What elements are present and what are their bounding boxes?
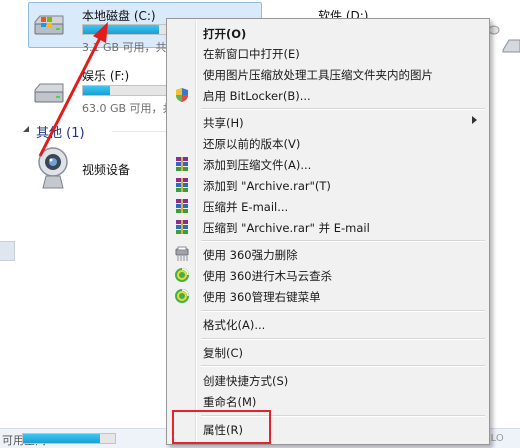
shield-icon <box>176 88 188 102</box>
menu-item-360-trojan-scan[interactable]: 使用 360进行木马云查杀 <box>169 265 485 285</box>
navigation-pane-toggle[interactable] <box>0 241 15 261</box>
windows-drive-icon <box>34 15 64 35</box>
webcam-icon <box>38 147 68 189</box>
group-divider <box>112 131 166 132</box>
drive-c-usage-bar <box>82 24 174 35</box>
menu-item-add-to-archive-rar[interactable]: 添加到 "Archive.rar"(T) <box>169 175 485 195</box>
winrar-icon <box>176 199 188 213</box>
drive-e-partial-icon <box>502 39 520 53</box>
group-title-other[interactable]: 其他 (1) <box>36 122 85 141</box>
video-device-label[interactable]: 视频设备 <box>82 161 130 178</box>
360-icon <box>175 289 189 303</box>
status-usage-bar <box>22 433 116 444</box>
status-usage-fill <box>23 434 101 443</box>
winrar-icon <box>176 178 188 192</box>
menu-item-share[interactable]: 共享(H) <box>169 112 485 132</box>
menu-separator <box>201 108 485 110</box>
menu-item-compress-images[interactable]: 使用图片压缩放处理工具压缩文件夹内的图片 <box>169 64 485 84</box>
winrar-icon <box>176 220 188 234</box>
navigation-pane-edge <box>0 0 18 447</box>
menu-item-compress-email[interactable]: 压缩并 E-mail... <box>169 196 485 216</box>
drive-f-icon <box>34 83 64 103</box>
submenu-arrow-icon <box>472 116 477 124</box>
menu-item-create-shortcut[interactable]: 创建快捷方式(S) <box>169 370 485 390</box>
menu-item-open-new-window[interactable]: 在新窗口中打开(E) <box>169 43 485 63</box>
collapse-arrow-icon[interactable] <box>22 125 30 133</box>
360-icon <box>175 268 189 282</box>
winrar-icon <box>176 157 188 171</box>
drive-c-name: 本地磁盘 (C:) <box>82 9 156 23</box>
menu-item-format[interactable]: 格式化(A)... <box>169 314 485 334</box>
context-menu: 打开(O) 在新窗口中打开(E) 使用图片压缩放处理工具压缩文件夹内的图片 启用… <box>166 18 490 445</box>
menu-item-360-shred[interactable]: 使用 360强力删除 <box>169 244 485 264</box>
menu-item-bitlocker[interactable]: 启用 BitLocker(B)... <box>169 85 485 105</box>
menu-separator <box>201 310 485 312</box>
menu-separator <box>201 240 485 242</box>
properties-highlight-box <box>172 410 271 444</box>
menu-item-open[interactable]: 打开(O) <box>169 23 485 43</box>
drive-f-usage-bar <box>82 85 174 96</box>
menu-separator <box>201 365 485 367</box>
menu-item-compress-rar-email[interactable]: 压缩到 "Archive.rar" 并 E-mail <box>169 217 485 237</box>
drive-c-usage-fill <box>83 25 159 34</box>
menu-item-restore-versions[interactable]: 还原以前的版本(V) <box>169 133 485 153</box>
menu-item-rename[interactable]: 重命名(M) <box>169 391 485 411</box>
menu-item-copy[interactable]: 复制(C) <box>169 342 485 362</box>
menu-item-add-to-archive[interactable]: 添加到压缩文件(A)... <box>169 154 485 174</box>
menu-separator <box>201 338 485 340</box>
status-divider-marks <box>146 432 150 445</box>
drive-f-usage-fill <box>83 86 110 95</box>
menu-item-360-manage-menu[interactable]: 使用 360管理右键菜单 <box>169 286 485 306</box>
drive-f-name: 娱乐 (F:) <box>82 69 130 83</box>
shredder-icon <box>175 246 189 261</box>
